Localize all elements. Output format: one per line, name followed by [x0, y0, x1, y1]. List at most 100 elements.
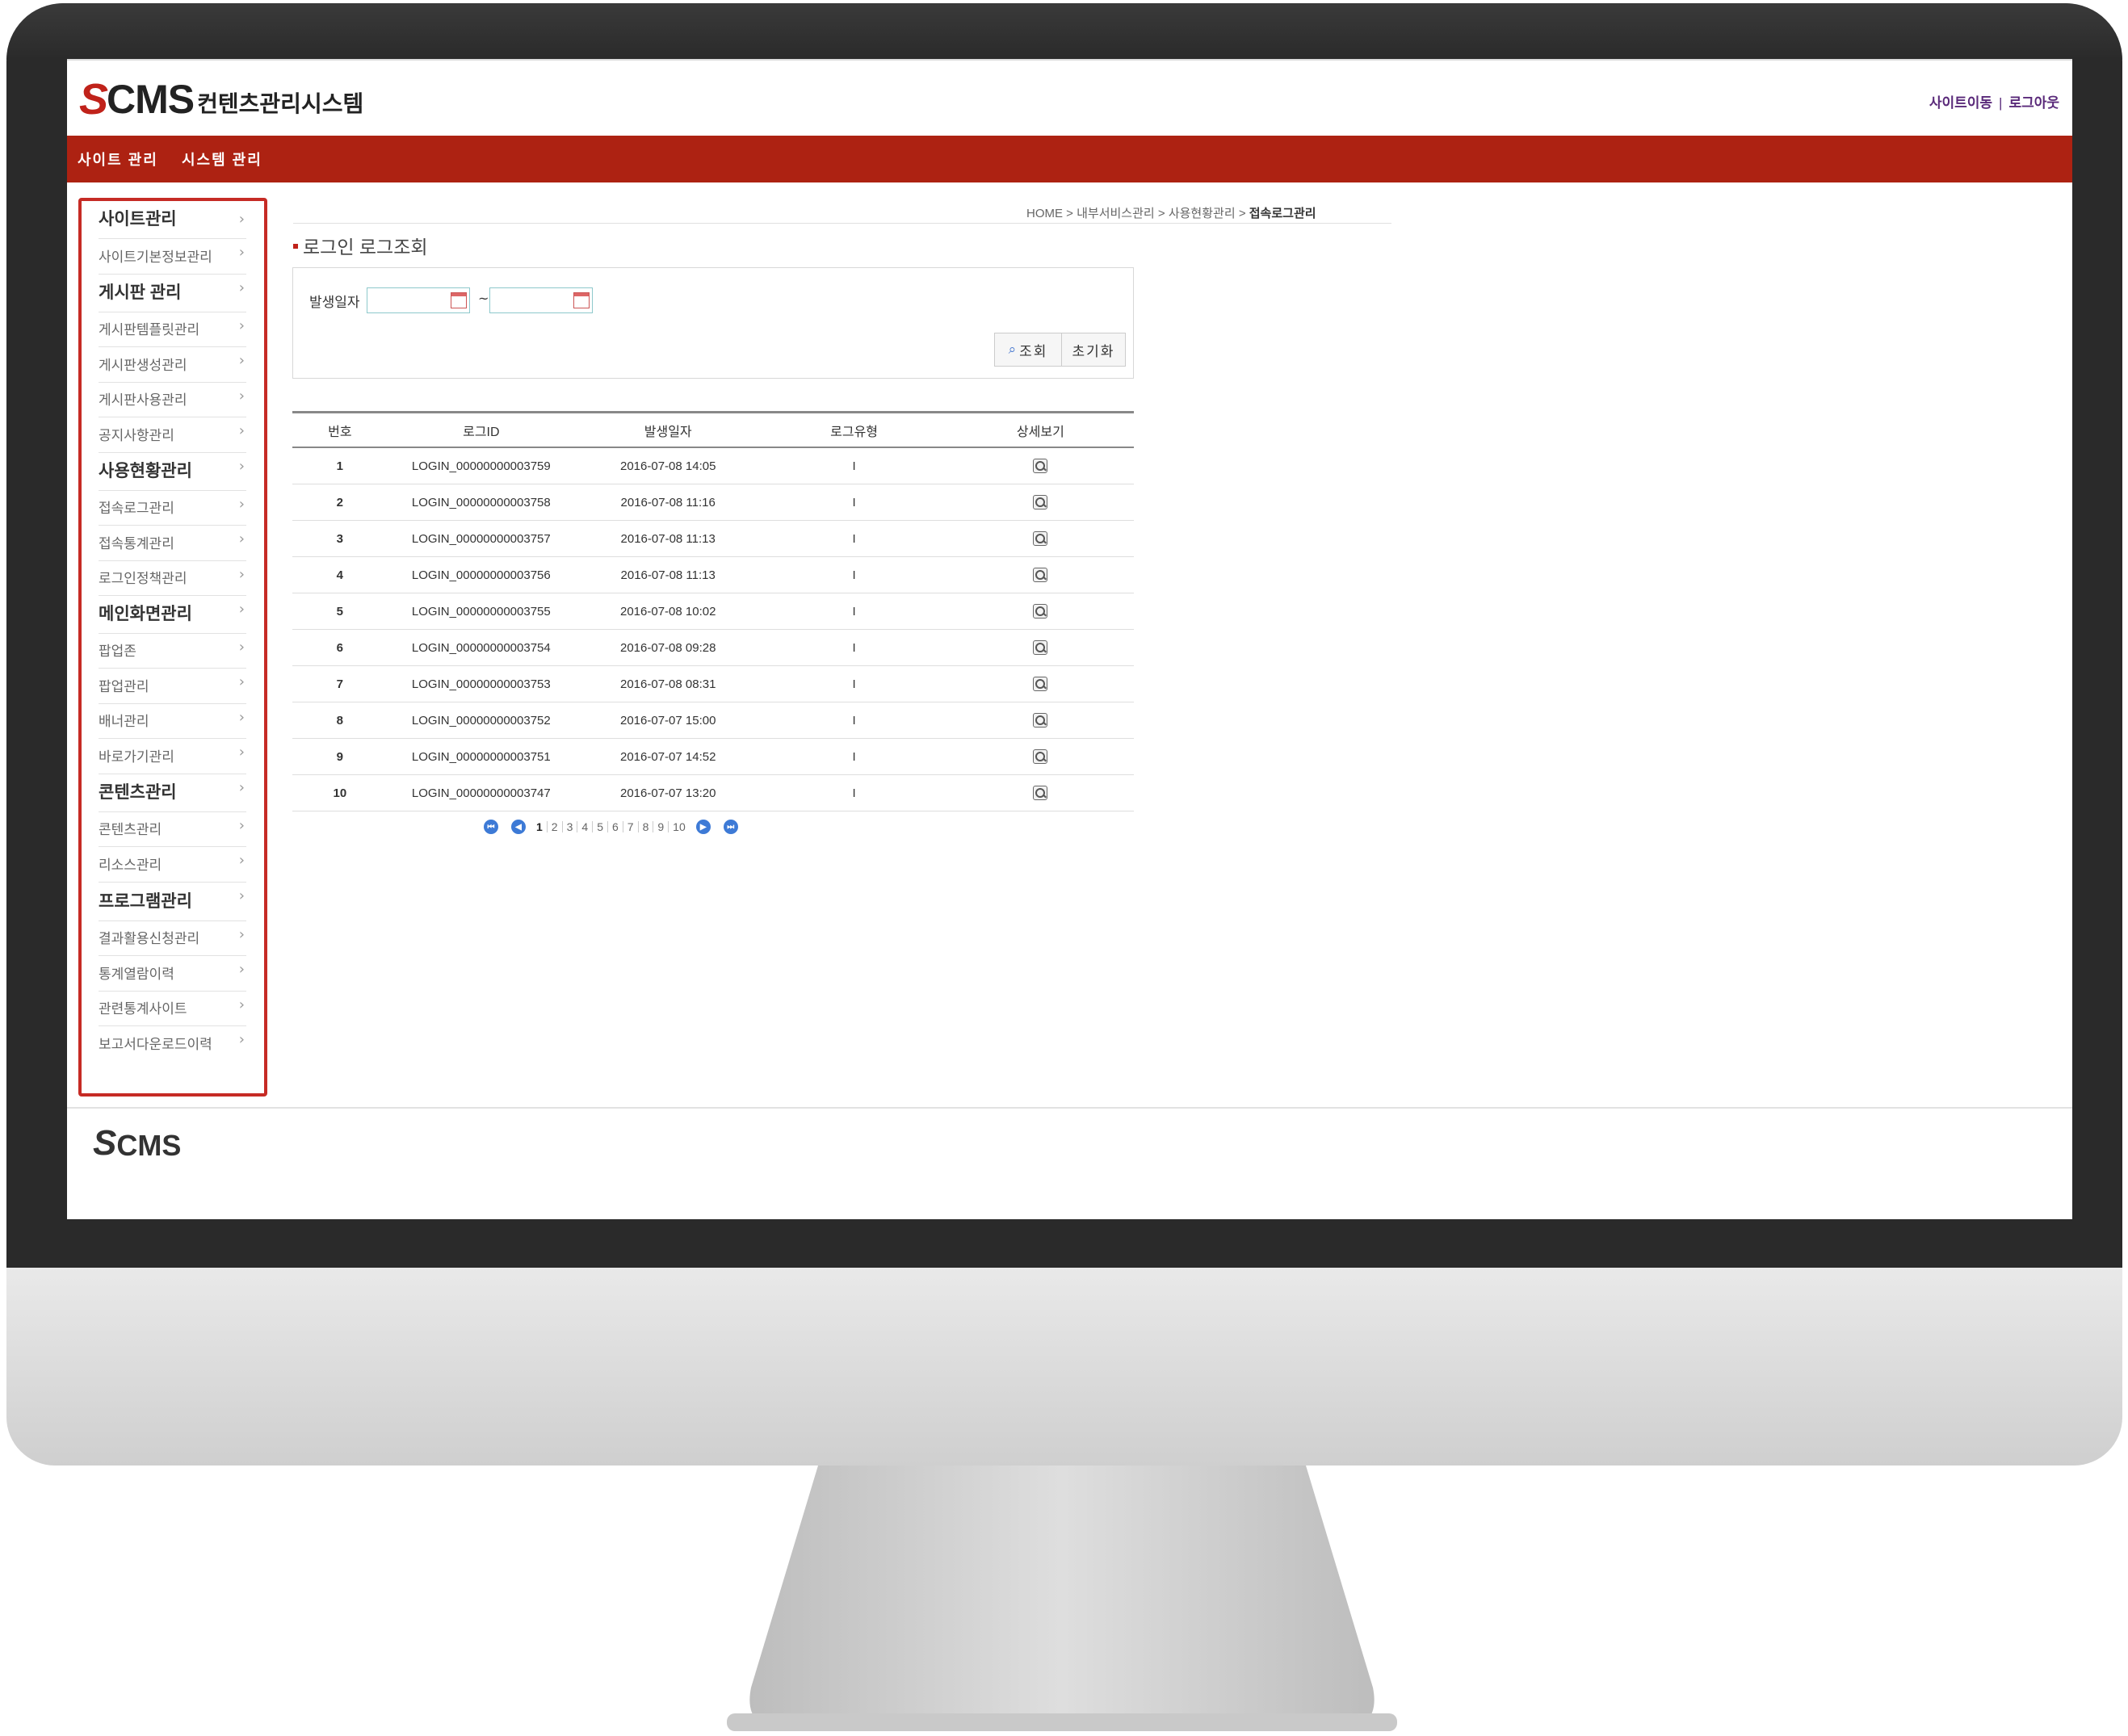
- sidebar-item-board-usage[interactable]: 게시판사용관리 ›: [99, 383, 246, 417]
- first-page-icon[interactable]: ⏮: [484, 820, 498, 834]
- date-to-input[interactable]: [490, 288, 574, 311]
- sidebar-item-board-create[interactable]: 게시판생성관리 ›: [99, 347, 246, 383]
- cell-no: 4: [292, 556, 388, 593]
- detail-view-icon[interactable]: [1033, 677, 1048, 692]
- sidebar-item-program[interactable]: 프로그램관리 ›: [99, 883, 246, 921]
- cms-logo[interactable]: S CMS 컨텐츠관리시스템: [79, 75, 363, 124]
- sidebar-item-label: 결과활용신청관리: [99, 931, 200, 946]
- chevron-right-icon: ›: [238, 530, 245, 547]
- page-number[interactable]: 2: [546, 821, 562, 832]
- cell-no: 6: [292, 629, 388, 666]
- calendar-icon[interactable]: [573, 292, 590, 308]
- sidebar-item-popup[interactable]: 팝업관리 ›: [99, 669, 246, 704]
- reset-button-label: 초기화: [1072, 343, 1115, 359]
- calendar-icon[interactable]: [451, 292, 467, 308]
- sidebar-item-main-screen[interactable]: 메인화면관리 ›: [99, 596, 246, 634]
- breadcrumb-home[interactable]: HOME: [1026, 207, 1063, 220]
- sidebar-item-related-sites[interactable]: 관련통계사이트 ›: [99, 992, 246, 1026]
- detail-view-icon[interactable]: [1033, 568, 1048, 583]
- table-row: 6 LOGIN_00000000003754 2016-07-08 09:28 …: [292, 629, 1134, 666]
- sidebar-item-site-basic-info[interactable]: 사이트기본정보관리 ›: [99, 239, 246, 275]
- sidebar-item-popup-zone[interactable]: 팝업존 ›: [99, 634, 246, 669]
- stand-base: [727, 1713, 1397, 1731]
- sidebar-item-report-download[interactable]: 보고서다운로드이력 ›: [99, 1026, 246, 1061]
- page-number[interactable]: 5: [592, 821, 607, 832]
- col-header-detail: 상세보기: [946, 411, 1134, 448]
- cell-log-id: LOGIN_00000000003755: [387, 593, 575, 630]
- page-number[interactable]: 4: [577, 821, 592, 832]
- page-number[interactable]: 10: [668, 821, 690, 832]
- detail-view-icon[interactable]: [1033, 640, 1048, 656]
- top-links: 사이트이동 | 로그아웃: [1929, 91, 2059, 111]
- prev-page-icon[interactable]: ◀: [511, 820, 526, 834]
- sidebar-item-shortcut[interactable]: 바로가기관리 ›: [99, 739, 246, 774]
- cell-date: 2016-07-07 13:20: [574, 774, 762, 811]
- detail-view-icon[interactable]: [1033, 713, 1048, 728]
- cell-log-type: I: [761, 484, 947, 521]
- page-number[interactable]: 7: [622, 821, 638, 832]
- cell-log-type: I: [761, 702, 947, 739]
- page-number[interactable]: 1: [532, 821, 547, 832]
- sidebar-item-access-log[interactable]: 접속로그관리 ›: [99, 491, 246, 526]
- sidebar-item-login-policy[interactable]: 로그인정책관리 ›: [99, 561, 246, 596]
- sidebar-item-site-management[interactable]: 사이트관리 ›: [99, 206, 246, 239]
- next-page-icon[interactable]: ▶: [695, 820, 711, 834]
- table-row: 7 LOGIN_00000000003753 2016-07-08 08:31 …: [292, 665, 1134, 702]
- sidebar-item-contents[interactable]: 콘텐츠관리 ›: [99, 774, 246, 812]
- cell-log-type: I: [761, 629, 947, 666]
- date-from-input[interactable]: [367, 288, 451, 311]
- cell-log-type: I: [761, 738, 947, 775]
- sidebar-item-board-template[interactable]: 게시판템플릿관리 ›: [99, 312, 246, 347]
- sidebar-item-contents-sub[interactable]: 콘텐츠관리 ›: [99, 812, 246, 847]
- sidebar-item-usage-status[interactable]: 사용현황관리 ›: [99, 453, 246, 491]
- date-to-field[interactable]: [489, 287, 593, 313]
- reset-button[interactable]: 초기화: [1061, 333, 1126, 367]
- sidebar-item-label: 사이트관리: [99, 210, 177, 229]
- sidebar-item-resource[interactable]: 리소스관리 ›: [99, 847, 246, 883]
- sidebar-item-board-management[interactable]: 게시판 관리 ›: [99, 275, 246, 312]
- sidebar-item-stats-history[interactable]: 통계열람이력 ›: [99, 956, 246, 992]
- page-number[interactable]: 3: [561, 821, 577, 832]
- site-move-link[interactable]: 사이트이동: [1929, 95, 1992, 111]
- sidebar-item-label: 게시판템플릿관리: [99, 322, 200, 338]
- sidebar-item-result-apply[interactable]: 결과활용신청관리 ›: [99, 921, 246, 956]
- detail-view-icon[interactable]: [1033, 604, 1048, 619]
- detail-view-icon[interactable]: [1033, 786, 1048, 801]
- chevron-right-icon: ›: [238, 961, 245, 978]
- cell-no: 3: [292, 520, 388, 557]
- logout-link[interactable]: 로그아웃: [2008, 95, 2059, 111]
- chevron-right-icon: ›: [238, 211, 245, 228]
- table-row: 8 LOGIN_00000000003752 2016-07-07 15:00 …: [292, 702, 1134, 739]
- table-row: 9 LOGIN_00000000003751 2016-07-07 14:52 …: [292, 738, 1134, 775]
- sidebar-item-label: 프로그램관리: [99, 892, 192, 911]
- chevron-right-icon: ›: [238, 601, 245, 618]
- chevron-right-icon: ›: [238, 744, 245, 761]
- detail-view-icon[interactable]: [1033, 495, 1048, 510]
- breadcrumb-usage-status[interactable]: 사용현황관리: [1169, 207, 1236, 220]
- nav-system-management[interactable]: 시스템 관리: [182, 149, 262, 170]
- page-number[interactable]: 8: [637, 821, 653, 832]
- cell-no: 2: [292, 484, 388, 521]
- cell-detail: [946, 665, 1134, 702]
- sidebar-item-banner[interactable]: 배너관리 ›: [99, 704, 246, 739]
- chevron-right-icon: ›: [238, 996, 245, 1013]
- cell-log-id: LOGIN_00000000003753: [387, 665, 575, 702]
- search-button[interactable]: ⌕ 조회: [994, 333, 1062, 367]
- sidebar-item-label: 접속통계관리: [99, 536, 174, 551]
- breadcrumb-current: 접속로그관리: [1249, 207, 1316, 220]
- breadcrumb-internal-service[interactable]: 내부서비스관리: [1077, 207, 1155, 220]
- detail-view-icon[interactable]: [1033, 749, 1048, 765]
- detail-view-icon[interactable]: [1033, 531, 1048, 547]
- nav-site-management[interactable]: 사이트 관리: [78, 149, 158, 170]
- cell-no: 5: [292, 593, 388, 630]
- date-from-field[interactable]: [367, 287, 470, 313]
- detail-view-icon[interactable]: [1033, 459, 1048, 474]
- page-number[interactable]: 6: [607, 821, 623, 832]
- sidebar-item-notice[interactable]: 공지사항관리 ›: [99, 417, 246, 453]
- page-number[interactable]: 9: [653, 821, 668, 832]
- sidebar-item-access-stats[interactable]: 접속통계관리 ›: [99, 526, 246, 561]
- last-page-icon[interactable]: ⏭: [723, 820, 738, 834]
- sidebar-item-label: 보고서다운로드이력: [99, 1037, 212, 1052]
- chevron-right-icon: ›: [238, 709, 245, 726]
- magnifier-icon: ⌕: [1008, 342, 1017, 357]
